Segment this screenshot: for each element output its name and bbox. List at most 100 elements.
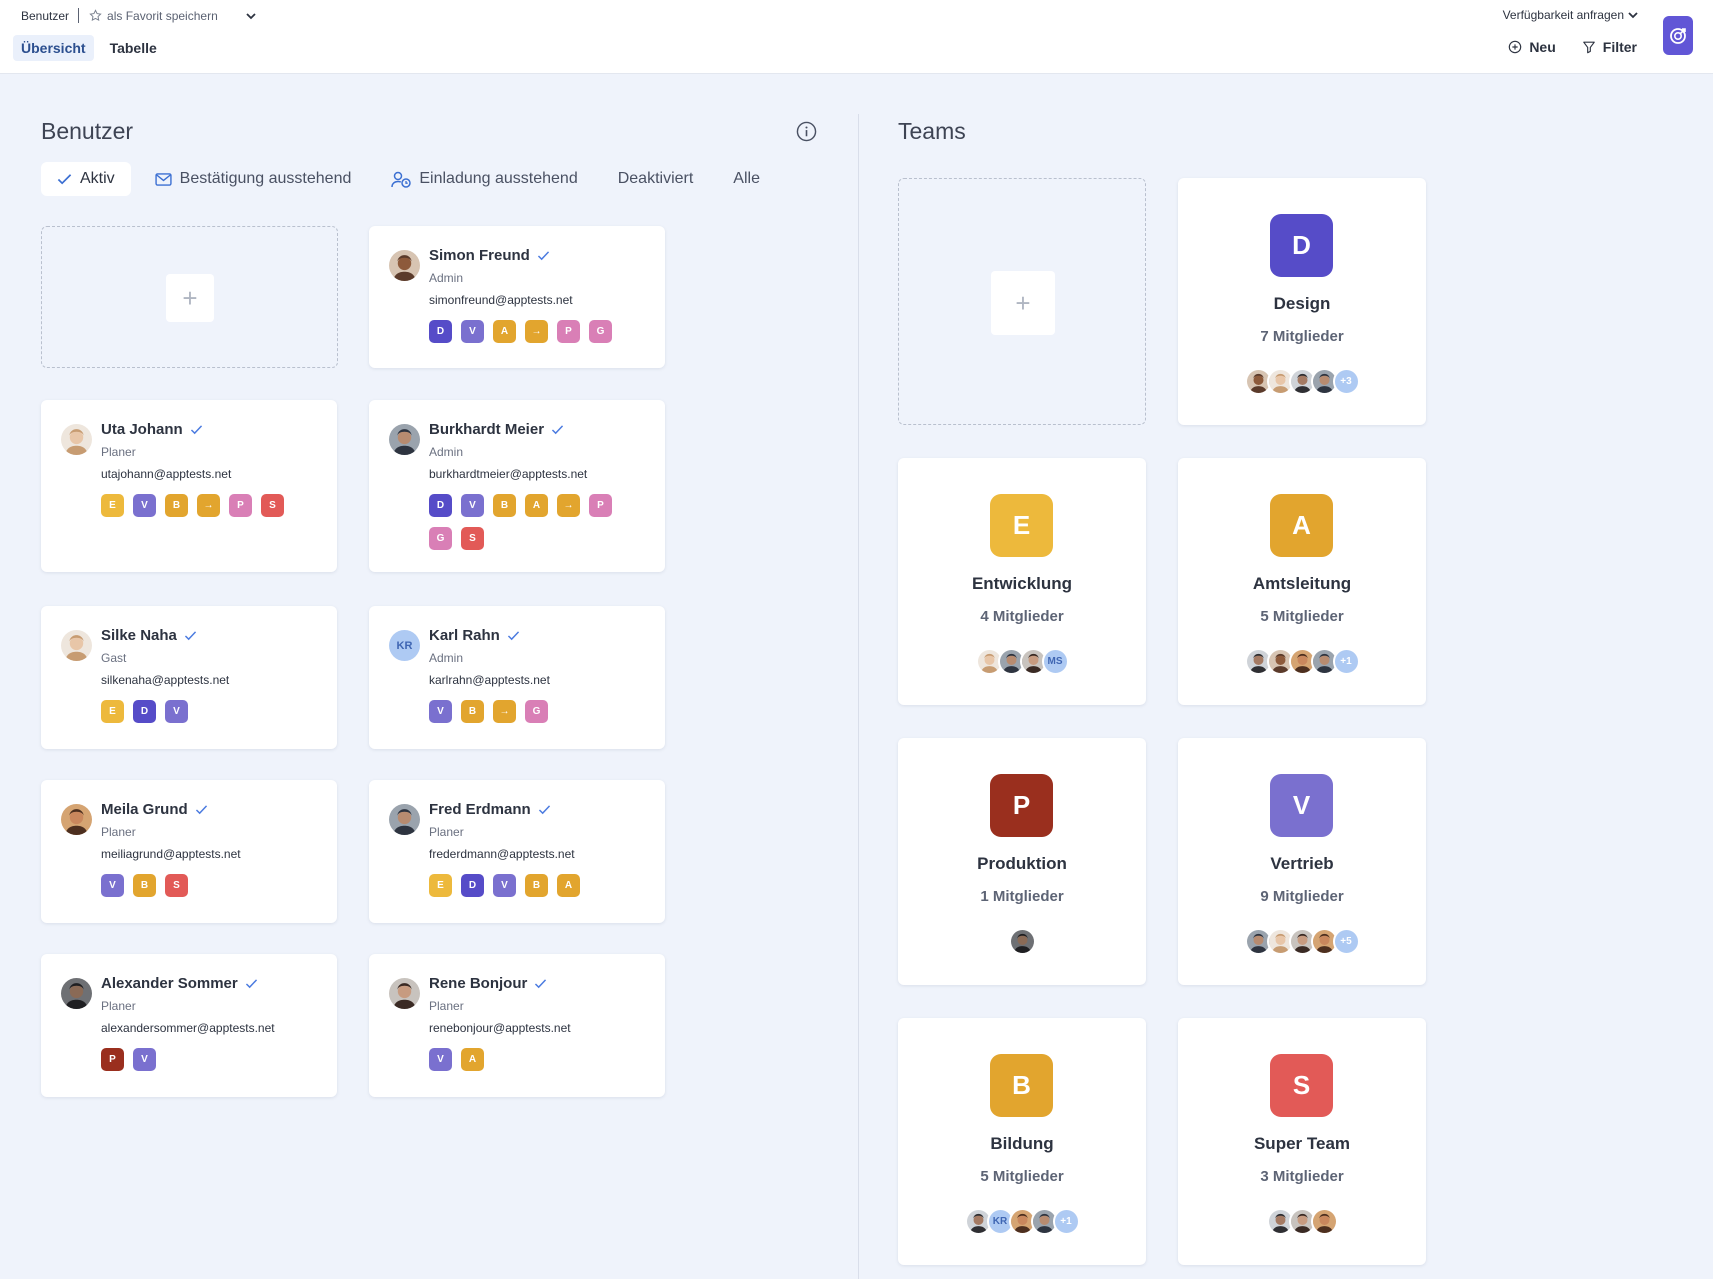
user-team-badges: EDVBA	[429, 874, 629, 897]
filter-all[interactable]: Alle	[717, 162, 776, 196]
filter-active-label: Aktiv	[80, 170, 115, 187]
panel-divider	[858, 114, 859, 1279]
team-name: Design	[1273, 294, 1331, 313]
status-filters: Aktiv Bestätigung ausstehend Einladung a…	[41, 162, 776, 196]
team-name: Super Team	[1253, 1134, 1351, 1153]
team-card[interactable]: E Entwicklung 4 Mitglieder MS	[898, 458, 1146, 705]
more-members-badge: +5	[1332, 928, 1360, 955]
chevron-down-icon	[246, 12, 256, 19]
user-card[interactable]: Silke Naha Gast silkenaha@apptests.net E D V	[41, 606, 337, 749]
breadcrumb-dropdown-button[interactable]	[246, 12, 256, 20]
users-title: Benutzer	[41, 118, 134, 144]
breadcrumb-separator	[78, 8, 80, 23]
team-badge: V	[493, 874, 516, 897]
filter-button[interactable]: Filter	[1582, 39, 1637, 55]
team-card[interactable]: S Super Team 3 Mitglieder	[1178, 1018, 1426, 1265]
user-team-badges: EDV	[101, 700, 301, 723]
user-card[interactable]: KR Karl Rahn Admin karlrahn@apptests.net V B →…	[369, 606, 665, 749]
user-card[interactable]: Uta Johann Planer utajohann@apptests.net E V…	[41, 400, 337, 572]
verified-check-icon	[190, 425, 202, 435]
team-badge: P	[589, 494, 612, 517]
mail-icon	[155, 172, 172, 186]
user-name: Silke Naha	[101, 627, 197, 644]
team-badge: G	[525, 700, 548, 723]
breadcrumb-current: Benutzer	[21, 8, 70, 23]
more-members-badge: +1	[1332, 648, 1360, 675]
filter-pending-invitation-label: Einladung ausstehend	[419, 170, 578, 187]
team-card[interactable]: D Design 7 Mitglieder +3	[1178, 178, 1426, 425]
user-card[interactable]: Rene Bonjour Planer renebonjour@apptests.n…	[369, 954, 665, 1097]
verified-check-icon	[551, 425, 564, 435]
add-user-card[interactable]: +	[41, 226, 338, 368]
chevron-down-icon	[1628, 12, 1638, 19]
app-logo-button[interactable]	[1663, 16, 1693, 55]
user-team-badges: D V B A → P G S	[429, 494, 629, 550]
filter-deactivated[interactable]: Deaktiviert	[602, 162, 710, 196]
user-role: Planer	[101, 999, 136, 1013]
user-team-badges: PV	[101, 1048, 301, 1071]
team-card[interactable]: P Produktion 1 Mitglieder	[898, 738, 1146, 985]
team-name: Vertrieb	[1270, 854, 1334, 873]
portrait-icon	[1010, 930, 1034, 953]
verified-check-icon	[184, 631, 196, 641]
add-team-button[interactable]: +	[991, 271, 1055, 335]
team-card[interactable]: B Bildung 5 Mitglieder KR +1	[898, 1018, 1146, 1265]
user-card[interactable]: Simon Freund Admin simonfreund@apptests.ne…	[369, 226, 665, 368]
user-card[interactable]: Meila Grund Planer meiliagrund@apptests.ne…	[41, 780, 337, 923]
user-name: Karl Rahn	[429, 627, 520, 644]
team-name: Amtsleitung	[1252, 574, 1352, 593]
user-role: Planer	[429, 825, 464, 839]
user-card[interactable]: Fred Erdmann Planer frederdmann@apptests.n…	[369, 780, 665, 923]
portrait-icon	[389, 424, 420, 455]
user-email: simonfreund@apptests.net	[429, 293, 573, 307]
portrait-icon	[1312, 1210, 1336, 1233]
verified-check-icon	[245, 979, 257, 989]
user-card[interactable]: Alexander Sommer Planer alexandersommer@ap…	[41, 954, 337, 1097]
team-badge: P	[101, 1048, 124, 1071]
tab-table[interactable]: Tabelle	[102, 35, 165, 61]
team-badge: A	[525, 494, 548, 517]
user-avatar	[61, 424, 92, 455]
team-icon: P	[990, 774, 1053, 837]
plus-circle-icon	[1509, 40, 1522, 54]
team-badge: →	[493, 700, 516, 723]
add-user-button[interactable]: +	[166, 274, 214, 322]
user-name: Alexander Sommer	[101, 975, 258, 992]
user-email: meiliagrund@apptests.net	[101, 847, 241, 861]
user-avatar	[389, 804, 420, 835]
team-badge: P	[557, 320, 580, 343]
user-avatar	[389, 250, 420, 281]
team-badge: A	[461, 1048, 484, 1071]
filter-active[interactable]: Aktiv	[41, 162, 131, 196]
more-members-badge: +3	[1332, 368, 1360, 395]
new-button[interactable]: Neu	[1508, 39, 1556, 55]
add-team-card[interactable]: +	[898, 178, 1146, 425]
team-badge: P	[229, 494, 252, 517]
save-favorite-button[interactable]: als Favorit speichern	[89, 9, 218, 23]
availability-dropdown[interactable]: Verfügbarkeit anfragen	[1503, 8, 1638, 22]
portrait-icon	[61, 804, 92, 835]
team-name: Entwicklung	[971, 574, 1073, 593]
teams-title: Teams	[898, 118, 966, 144]
team-badge: A	[557, 874, 580, 897]
filter-pending-invitation[interactable]: Einladung ausstehend	[375, 162, 593, 196]
team-badge: E	[429, 874, 452, 897]
team-member-count: 4 Mitglieder	[980, 608, 1064, 625]
team-badge: G	[589, 320, 612, 343]
portrait-icon	[61, 424, 92, 455]
team-member-avatars: +1	[1178, 648, 1426, 675]
team-member-count: 7 Mitglieder	[1260, 328, 1344, 345]
team-badge: V	[429, 700, 452, 723]
filter-pending-confirmation[interactable]: Bestätigung ausstehend	[139, 162, 368, 196]
team-card[interactable]: V Vertrieb 9 Mitglieder +5	[1178, 738, 1426, 985]
user-team-badges: D V A → P G	[429, 320, 629, 343]
user-team-badges: V B → G	[429, 700, 629, 723]
filter-icon	[1582, 41, 1595, 54]
info-button[interactable]	[796, 121, 817, 147]
team-member-avatars: MS	[898, 648, 1146, 675]
team-card[interactable]: A Amtsleitung 5 Mitglieder +1	[1178, 458, 1426, 705]
team-icon: S	[1270, 1054, 1333, 1117]
user-card[interactable]: Burkhardt Meier Admin burkhardtmeier@appte…	[369, 400, 665, 572]
team-badge: V	[101, 874, 124, 897]
tab-overview[interactable]: Übersicht	[13, 35, 94, 61]
